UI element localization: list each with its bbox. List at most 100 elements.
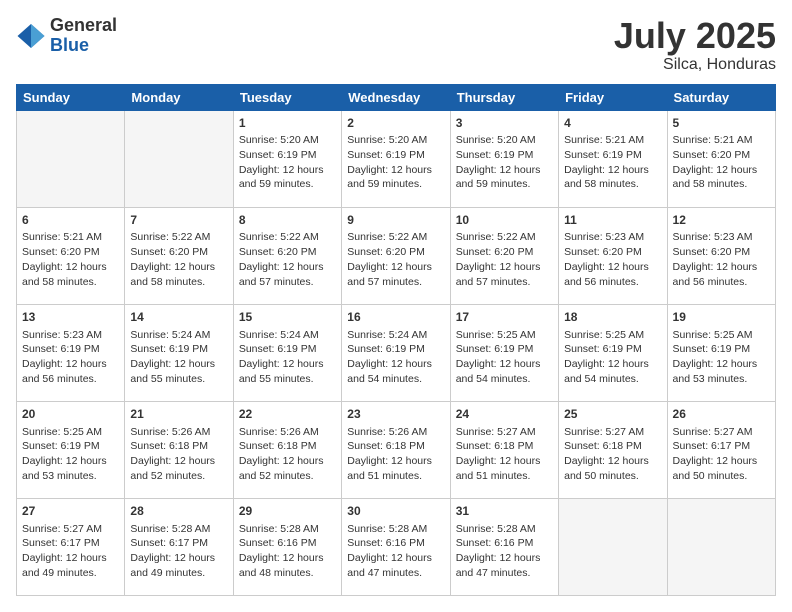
day-number: 2	[347, 115, 444, 132]
calendar-cell: 3Sunrise: 5:20 AMSunset: 6:19 PMDaylight…	[450, 110, 558, 207]
day-info: Sunrise: 5:27 AMSunset: 6:18 PMDaylight:…	[564, 425, 661, 484]
header-saturday: Saturday	[667, 84, 775, 110]
day-info: Sunrise: 5:22 AMSunset: 6:20 PMDaylight:…	[456, 230, 553, 289]
header-monday: Monday	[125, 84, 233, 110]
calendar-cell: 9Sunrise: 5:22 AMSunset: 6:20 PMDaylight…	[342, 207, 450, 304]
calendar-cell: 28 Sunrise: 5:28 AMSunset: 6:17 PMDayligh…	[125, 498, 233, 595]
day-number: 26	[673, 406, 770, 423]
day-number: 12	[673, 212, 770, 229]
day-info: Sunrise: 5:28 AMSunset: 6:16 PMDaylight:…	[239, 522, 336, 581]
page: General Blue July 2025 Silca, Honduras S…	[0, 0, 792, 612]
calendar-cell	[125, 110, 233, 207]
calendar-cell	[667, 498, 775, 595]
calendar-cell: 25 Sunrise: 5:27 AMSunset: 6:18 PMDayligh…	[559, 401, 667, 498]
calendar-cell: 5Sunrise: 5:21 AMSunset: 6:20 PMDaylight…	[667, 110, 775, 207]
day-number: 17	[456, 309, 553, 326]
calendar-cell: 14Sunrise: 5:24 AMSunset: 6:19 PMDayligh…	[125, 304, 233, 401]
calendar-cell: 18 Sunrise: 5:25 AMSunset: 6:19 PMDayligh…	[559, 304, 667, 401]
calendar-cell: 16 Sunrise: 5:24 AMSunset: 6:19 PMDayligh…	[342, 304, 450, 401]
day-number: 16	[347, 309, 444, 326]
day-number: 19	[673, 309, 770, 326]
day-info: Sunrise: 5:27 AMSunset: 6:17 PMDaylight:…	[673, 425, 770, 484]
day-info: Sunrise: 5:22 AMSunset: 6:20 PMDaylight:…	[130, 230, 227, 289]
day-info: Sunrise: 5:25 AMSunset: 6:19 PMDaylight:…	[22, 425, 119, 484]
day-number: 23	[347, 406, 444, 423]
day-number: 21	[130, 406, 227, 423]
calendar-cell: 6Sunrise: 5:21 AMSunset: 6:20 PMDaylight…	[17, 207, 125, 304]
day-info: Sunrise: 5:28 AMSunset: 6:17 PMDaylight:…	[130, 522, 227, 581]
day-info: Sunrise: 5:20 AMSunset: 6:19 PMDaylight:…	[347, 133, 444, 192]
day-number: 11	[564, 212, 661, 229]
logo-blue-text: Blue	[50, 36, 117, 56]
day-number: 27	[22, 503, 119, 520]
calendar-cell: 24Sunrise: 5:27 AMSunset: 6:18 PMDayligh…	[450, 401, 558, 498]
header-friday: Friday	[559, 84, 667, 110]
day-info: Sunrise: 5:28 AMSunset: 6:16 PMDaylight:…	[456, 522, 553, 581]
calendar-cell: 27Sunrise: 5:27 AMSunset: 6:17 PMDayligh…	[17, 498, 125, 595]
day-info: Sunrise: 5:23 AMSunset: 6:19 PMDaylight:…	[22, 328, 119, 387]
day-info: Sunrise: 5:22 AMSunset: 6:20 PMDaylight:…	[239, 230, 336, 289]
day-info: Sunrise: 5:22 AMSunset: 6:20 PMDaylight:…	[347, 230, 444, 289]
day-number: 18	[564, 309, 661, 326]
day-number: 10	[456, 212, 553, 229]
calendar-cell: 23Sunrise: 5:26 AMSunset: 6:18 PMDayligh…	[342, 401, 450, 498]
calendar-table: Sunday Monday Tuesday Wednesday Thursday…	[16, 84, 776, 596]
calendar-cell: 1Sunrise: 5:20 AMSunset: 6:19 PMDaylight…	[233, 110, 341, 207]
logo: General Blue	[16, 16, 117, 56]
day-number: 5	[673, 115, 770, 132]
calendar-cell: 8Sunrise: 5:22 AMSunset: 6:20 PMDaylight…	[233, 207, 341, 304]
day-number: 9	[347, 212, 444, 229]
month-title: July 2025	[614, 16, 776, 56]
calendar-cell: 12Sunrise: 5:23 AMSunset: 6:20 PMDayligh…	[667, 207, 775, 304]
week-row-1: 1Sunrise: 5:20 AMSunset: 6:19 PMDaylight…	[17, 110, 776, 207]
day-info: Sunrise: 5:25 AMSunset: 6:19 PMDaylight:…	[673, 328, 770, 387]
day-number: 22	[239, 406, 336, 423]
calendar-cell: 4Sunrise: 5:21 AMSunset: 6:19 PMDaylight…	[559, 110, 667, 207]
day-number: 25	[564, 406, 661, 423]
calendar-cell: 17 Sunrise: 5:25 AMSunset: 6:19 PMDayligh…	[450, 304, 558, 401]
day-info: Sunrise: 5:24 AMSunset: 6:19 PMDaylight:…	[347, 328, 444, 387]
location-subtitle: Silca, Honduras	[614, 56, 776, 74]
week-row-3: 13 Sunrise: 5:23 AMSunset: 6:19 PMDayligh…	[17, 304, 776, 401]
day-info: Sunrise: 5:21 AMSunset: 6:20 PMDaylight:…	[673, 133, 770, 192]
day-number: 1	[239, 115, 336, 132]
day-number: 4	[564, 115, 661, 132]
day-info: Sunrise: 5:28 AMSunset: 6:16 PMDaylight:…	[347, 522, 444, 581]
calendar-cell: 22Sunrise: 5:26 AMSunset: 6:18 PMDayligh…	[233, 401, 341, 498]
day-info: Sunrise: 5:23 AMSunset: 6:20 PMDaylight:…	[564, 230, 661, 289]
header-wednesday: Wednesday	[342, 84, 450, 110]
logo-icon	[16, 21, 46, 51]
calendar-cell: 10Sunrise: 5:22 AMSunset: 6:20 PMDayligh…	[450, 207, 558, 304]
calendar-cell: 15Sunrise: 5:24 AMSunset: 6:19 PMDayligh…	[233, 304, 341, 401]
day-info: Sunrise: 5:25 AMSunset: 6:19 PMDaylight:…	[564, 328, 661, 387]
day-info: Sunrise: 5:20 AMSunset: 6:19 PMDaylight:…	[239, 133, 336, 192]
calendar-cell	[559, 498, 667, 595]
day-number: 30	[347, 503, 444, 520]
day-number: 15	[239, 309, 336, 326]
header: General Blue July 2025 Silca, Honduras	[16, 16, 776, 74]
calendar-cell: 2Sunrise: 5:20 AMSunset: 6:19 PMDaylight…	[342, 110, 450, 207]
day-info: Sunrise: 5:24 AMSunset: 6:19 PMDaylight:…	[130, 328, 227, 387]
day-info: Sunrise: 5:23 AMSunset: 6:20 PMDaylight:…	[673, 230, 770, 289]
day-info: Sunrise: 5:26 AMSunset: 6:18 PMDaylight:…	[130, 425, 227, 484]
day-info: Sunrise: 5:20 AMSunset: 6:19 PMDaylight:…	[456, 133, 553, 192]
calendar-cell: 26 Sunrise: 5:27 AMSunset: 6:17 PMDayligh…	[667, 401, 775, 498]
day-number: 7	[130, 212, 227, 229]
header-sunday: Sunday	[17, 84, 125, 110]
calendar-cell: 7Sunrise: 5:22 AMSunset: 6:20 PMDaylight…	[125, 207, 233, 304]
day-number: 13	[22, 309, 119, 326]
title-block: July 2025 Silca, Honduras	[614, 16, 776, 74]
day-info: Sunrise: 5:25 AMSunset: 6:19 PMDaylight:…	[456, 328, 553, 387]
calendar-cell: 29Sunrise: 5:28 AMSunset: 6:16 PMDayligh…	[233, 498, 341, 595]
header-thursday: Thursday	[450, 84, 558, 110]
day-info: Sunrise: 5:21 AMSunset: 6:19 PMDaylight:…	[564, 133, 661, 192]
logo-general-text: General	[50, 16, 117, 36]
week-row-4: 20 Sunrise: 5:25 AMSunset: 6:19 PMDayligh…	[17, 401, 776, 498]
week-row-5: 27Sunrise: 5:27 AMSunset: 6:17 PMDayligh…	[17, 498, 776, 595]
calendar-cell: 13 Sunrise: 5:23 AMSunset: 6:19 PMDayligh…	[17, 304, 125, 401]
day-number: 20	[22, 406, 119, 423]
week-row-2: 6Sunrise: 5:21 AMSunset: 6:20 PMDaylight…	[17, 207, 776, 304]
day-number: 6	[22, 212, 119, 229]
day-info: Sunrise: 5:21 AMSunset: 6:20 PMDaylight:…	[22, 230, 119, 289]
day-number: 28	[130, 503, 227, 520]
